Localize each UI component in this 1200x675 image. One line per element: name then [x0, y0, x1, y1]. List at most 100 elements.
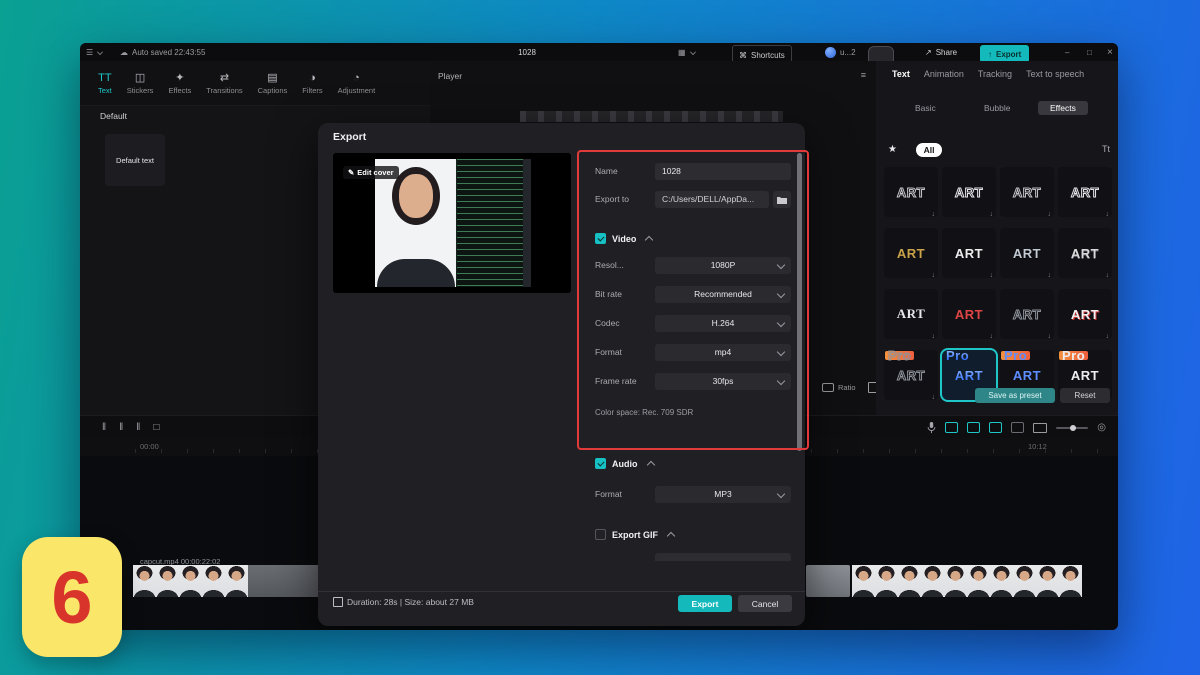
art-effect-tile[interactable]: ART	[884, 228, 938, 278]
clip-thumbnail[interactable]	[1013, 565, 1036, 597]
app-menu-button[interactable]: ☰	[86, 43, 103, 61]
filter-all-pill[interactable]: All	[916, 143, 942, 157]
art-effect-tile[interactable]: ART	[942, 167, 996, 217]
format-dropdown[interactable]: mp4	[655, 344, 791, 361]
clip-thumbnail[interactable]	[898, 565, 921, 597]
art-effect-tile[interactable]: ART	[884, 167, 938, 217]
clip-thumbnail[interactable]	[202, 565, 225, 597]
clip-thumbnail[interactable]	[179, 565, 202, 597]
display-icon[interactable]	[1033, 423, 1047, 433]
dialog-scrollbar[interactable]	[797, 153, 802, 451]
clip-thumbnail[interactable]	[1059, 565, 1082, 597]
art-effect-tile[interactable]: ART	[1058, 167, 1112, 217]
export-path-input[interactable]: C:/Users/DELL/AppDa...	[655, 191, 769, 208]
link-toggle-icon[interactable]	[967, 422, 980, 433]
clip-thumbnail[interactable]	[1036, 565, 1059, 597]
art-effect-tile-pro[interactable]: ProART	[884, 350, 938, 400]
clip-thumbnail[interactable]	[156, 565, 179, 597]
dialog-export-button[interactable]: Export	[678, 595, 732, 612]
clip-thumbnail[interactable]	[921, 565, 944, 597]
browse-folder-button[interactable]	[773, 191, 791, 208]
video-checkbox[interactable]	[595, 233, 606, 244]
ratio-label[interactable]: Ratio	[838, 383, 856, 392]
favorite-star-icon[interactable]: ★	[888, 144, 897, 155]
video-section-header[interactable]: Video	[595, 233, 652, 244]
reset-button[interactable]: Reset	[1060, 388, 1110, 403]
audio-format-dropdown[interactable]: MP3	[655, 486, 791, 503]
maximize-button[interactable]: □	[1087, 43, 1092, 61]
delete-right-tool-icon[interactable]: ‖	[136, 422, 140, 433]
tab-captions[interactable]: ▤ Captions	[258, 72, 288, 95]
subtab-bubble[interactable]: Bubble	[984, 103, 1010, 113]
codec-dropdown[interactable]: H.264	[655, 315, 791, 332]
framerate-dropdown[interactable]: 30fps	[655, 373, 791, 390]
share-button[interactable]: ↗ Share	[925, 43, 957, 61]
tab-text-right[interactable]: Text	[892, 69, 910, 79]
clip-thumbnail[interactable]	[967, 565, 990, 597]
gif-checkbox[interactable]	[595, 529, 606, 540]
collapse-icon[interactable]	[646, 460, 654, 468]
clip-thumbnail[interactable]	[852, 565, 875, 597]
clip-thumbnail[interactable]	[944, 565, 967, 597]
resolution-dropdown[interactable]: 1080P	[655, 257, 791, 274]
tab-effects[interactable]: ✦ Effects	[168, 72, 191, 95]
delete-tool-icon[interactable]: □	[153, 422, 159, 433]
dialog-cancel-button[interactable]: Cancel	[738, 595, 792, 612]
video-track-left[interactable]	[133, 565, 320, 597]
close-button[interactable]: ×	[1107, 43, 1113, 61]
collapse-icon[interactable]	[667, 531, 675, 539]
art-effect-tile[interactable]: ART	[1058, 228, 1112, 278]
zoom-slider[interactable]	[1056, 427, 1088, 429]
clip-thumbnail[interactable]	[225, 565, 248, 597]
magnet-toggle-icon[interactable]	[945, 422, 958, 433]
audio-section-header[interactable]: Audio	[595, 458, 654, 469]
clip-thumbnail[interactable]	[272, 565, 296, 597]
auto-fit-icon[interactable]: ◎	[1097, 422, 1106, 433]
gif-section-header[interactable]: Export GIF	[595, 529, 674, 540]
preview-axis-toggle-icon[interactable]	[989, 422, 1002, 433]
tab-text-to-speech[interactable]: Text to speech	[1026, 69, 1084, 79]
clip-thumbnail[interactable]	[990, 565, 1013, 597]
mic-icon[interactable]	[927, 422, 936, 434]
format-label: Format	[595, 344, 622, 361]
default-text-tile[interactable]: Default text	[105, 134, 165, 186]
bitrate-dropdown[interactable]: Recommended	[655, 286, 791, 303]
layout-toggle-button[interactable]: ▦	[678, 43, 696, 61]
clip-thumbnail[interactable]	[806, 565, 850, 597]
save-as-preset-button[interactable]: Save as preset	[975, 388, 1055, 403]
tab-animation[interactable]: Animation	[924, 69, 964, 79]
art-effect-tile[interactable]: ART	[942, 289, 996, 339]
art-effect-tile[interactable]: ART	[1000, 228, 1054, 278]
auto-ripple-toggle-icon[interactable]	[1011, 422, 1024, 433]
art-effect-tile[interactable]: ART	[1000, 289, 1054, 339]
minimize-button[interactable]: –	[1065, 43, 1069, 61]
tab-adjustment[interactable]: ◔ Adjustment	[338, 72, 376, 95]
tab-tracking[interactable]: Tracking	[978, 69, 1012, 79]
tab-stickers[interactable]: ◫ Stickers	[127, 72, 154, 95]
clip-thumbnail[interactable]	[248, 565, 272, 597]
tab-text[interactable]: TT Text	[98, 72, 112, 95]
text-style-icon[interactable]: Tt	[1102, 144, 1110, 154]
delete-left-tool-icon[interactable]: ‖	[119, 422, 123, 433]
subtab-basic[interactable]: Basic	[915, 103, 936, 113]
audio-checkbox[interactable]	[595, 458, 606, 469]
edit-cover-button[interactable]: ✎ Edit cover	[343, 166, 399, 179]
player-menu-icon[interactable]: ≡	[861, 70, 866, 80]
art-effect-tile[interactable]: ART	[1058, 289, 1112, 339]
tab-filters[interactable]: ◑ Filters	[302, 72, 322, 95]
clip-thumbnail[interactable]	[133, 565, 156, 597]
clip-thumbnail[interactable]	[875, 565, 898, 597]
art-effect-tile[interactable]: ART	[1000, 167, 1054, 217]
clipped-dropdown-edge	[655, 553, 791, 561]
tab-transitions[interactable]: ⇄ Transitions	[206, 72, 242, 95]
codec-label: Codec	[595, 315, 620, 332]
art-effect-tile[interactable]: ART	[942, 228, 996, 278]
art-effect-tile[interactable]: ART	[884, 289, 938, 339]
clip-thumbnail[interactable]	[296, 565, 320, 597]
video-track-right[interactable]	[806, 565, 1082, 597]
name-input[interactable]: 1028	[655, 163, 791, 180]
collapse-icon[interactable]	[645, 235, 653, 243]
user-account[interactable]: u...2	[825, 43, 856, 61]
subtab-effects[interactable]: Effects	[1038, 101, 1088, 115]
split-tool-icon[interactable]: ‖	[102, 422, 106, 433]
